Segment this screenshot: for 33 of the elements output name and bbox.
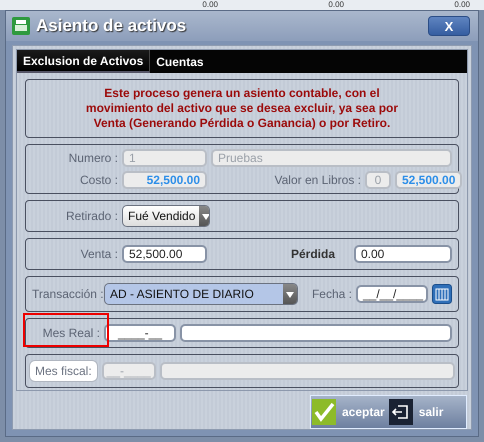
- printer-icon: [12, 17, 30, 35]
- checkmark-icon: [312, 399, 336, 425]
- transaction-dropdown[interactable]: AD - ASIENTO DE DIARIO: [104, 283, 298, 305]
- caret-icon: [199, 206, 209, 226]
- retirado-dropdown[interactable]: Fué Vendido: [122, 205, 210, 227]
- input-field[interactable]: 52,500.00: [122, 245, 207, 263]
- tab[interactable]: Exclusion de Activos: [17, 50, 150, 73]
- field-label: Fecha :: [310, 287, 352, 301]
- input-field[interactable]: __/__/____: [356, 285, 428, 303]
- table-cell-text: 0.00: [201, 0, 219, 10]
- field-label: Mes fiscal:: [29, 360, 98, 382]
- exit-button[interactable]: salir: [388, 399, 444, 425]
- field-label: Numero :: [68, 151, 118, 165]
- field-label: Mes Real :: [42, 326, 100, 340]
- table-cell-text: 0.00: [453, 0, 471, 10]
- field-label: Retirado :: [64, 209, 118, 223]
- close-button[interactable]: X: [428, 16, 470, 36]
- input-field[interactable]: ____-__: [104, 324, 176, 342]
- exit-icon: [388, 399, 413, 425]
- table-cell-text: 0.00: [327, 0, 345, 10]
- tab[interactable]: Cuentas: [150, 50, 210, 73]
- input-field[interactable]: 0.00: [354, 245, 452, 263]
- field-label: Pérdida: [290, 247, 335, 261]
- window-title: Asiento de activos: [36, 16, 188, 36]
- accept-button[interactable]: aceptar: [312, 399, 385, 425]
- notice-text: Este proceso genera un asiento contable, con el movimiento del activo que se desea excluir, ya sea por Venta (Generando Pérdida o Ganancia) o por Retiro.: [84, 86, 400, 131]
- field-label: Costo :: [78, 173, 118, 187]
- caret-icon: [283, 284, 297, 304]
- field-label: Valor en Libros :: [274, 173, 361, 187]
- field-label: Venta :: [80, 247, 118, 261]
- input-field[interactable]: [180, 324, 452, 342]
- field-label: Transacción :: [32, 287, 100, 301]
- calendar-icon[interactable]: [432, 284, 452, 304]
